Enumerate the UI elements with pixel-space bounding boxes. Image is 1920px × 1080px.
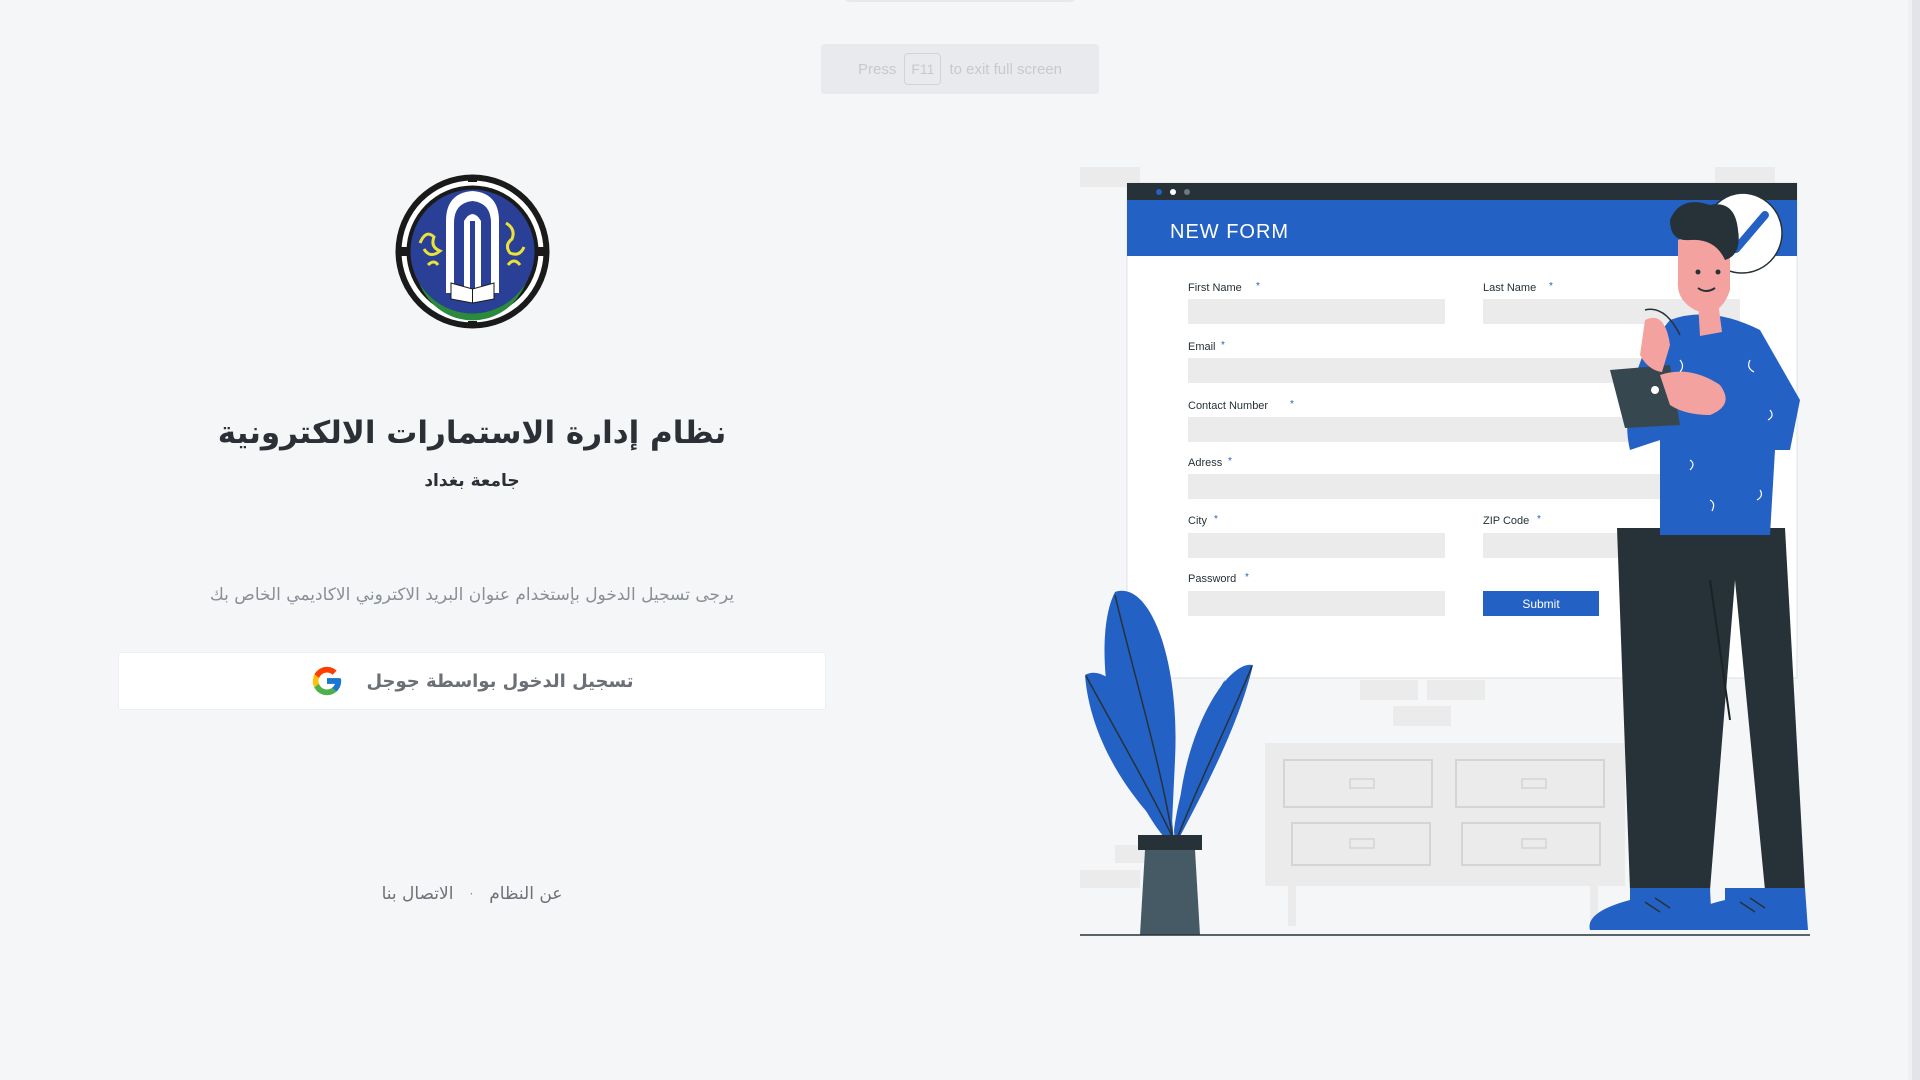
input-address xyxy=(1188,474,1740,499)
about-system-link[interactable]: عن النظام xyxy=(489,884,562,904)
label-city: City xyxy=(1188,515,1207,527)
top-pill xyxy=(845,0,1075,2)
fullscreen-notice-text: to exit full screen xyxy=(949,60,1062,78)
form-title: NEW FORM xyxy=(1170,221,1289,243)
form-illustration: NEW FORM First Name Last Name Email Cont… xyxy=(1080,167,1810,936)
label-contact: Contact Number xyxy=(1188,400,1268,412)
label-password: Password xyxy=(1188,573,1236,585)
required-mark: * xyxy=(1214,514,1218,525)
required-mark: * xyxy=(1221,340,1225,351)
illustration-submit-label: Submit xyxy=(1522,597,1560,611)
google-signin-button[interactable]: تسجيل الدخول بواسطة جوجل xyxy=(118,652,826,710)
cabinet-leg xyxy=(1288,886,1296,926)
contact-us-link[interactable]: الاتصال بنا xyxy=(382,884,454,904)
window-titlebar xyxy=(1127,183,1797,200)
bg-block xyxy=(1360,680,1418,700)
window-dot xyxy=(1170,189,1176,195)
footer-separator: · xyxy=(469,887,474,901)
google-signin-label: تسجيل الدخول بواسطة جوجل xyxy=(366,670,634,692)
required-mark: * xyxy=(1537,514,1541,525)
fullscreen-notice: Press F11 to exit full screen xyxy=(821,44,1099,94)
login-instruction: يرجى تسجيل الدخول بإستخدام عنوان البريد … xyxy=(209,585,735,605)
google-icon xyxy=(313,666,342,696)
fullscreen-notice-press: Press xyxy=(858,60,897,78)
page-title: نظام إدارة الاستمارات الالكترونية xyxy=(217,415,727,451)
required-mark: * xyxy=(1245,572,1249,583)
required-mark: * xyxy=(1256,281,1260,292)
window-dot xyxy=(1156,189,1162,195)
bg-block xyxy=(1427,680,1485,700)
bg-block xyxy=(1080,870,1140,888)
required-mark: * xyxy=(1228,456,1232,467)
scrollbar-thumb[interactable] xyxy=(1912,0,1920,1080)
required-mark: * xyxy=(1549,281,1553,292)
input-password xyxy=(1188,591,1445,616)
label-address: Adress xyxy=(1188,457,1223,469)
window-dot xyxy=(1184,189,1190,195)
label-zip: ZIP Code xyxy=(1483,515,1529,527)
label-first-name: First Name xyxy=(1188,282,1242,294)
fullscreen-notice-key: F11 xyxy=(904,53,942,85)
university-seal-logo xyxy=(395,174,550,329)
bg-block xyxy=(1393,706,1451,726)
university-name: جامعة بغداد xyxy=(424,471,520,491)
label-email: Email xyxy=(1188,341,1216,353)
required-mark: * xyxy=(1290,399,1294,410)
footer-links: عن النظام · الاتصال بنا xyxy=(118,884,826,904)
input-city xyxy=(1188,533,1445,558)
input-first-name xyxy=(1188,299,1445,324)
label-last-name: Last Name xyxy=(1483,282,1536,294)
